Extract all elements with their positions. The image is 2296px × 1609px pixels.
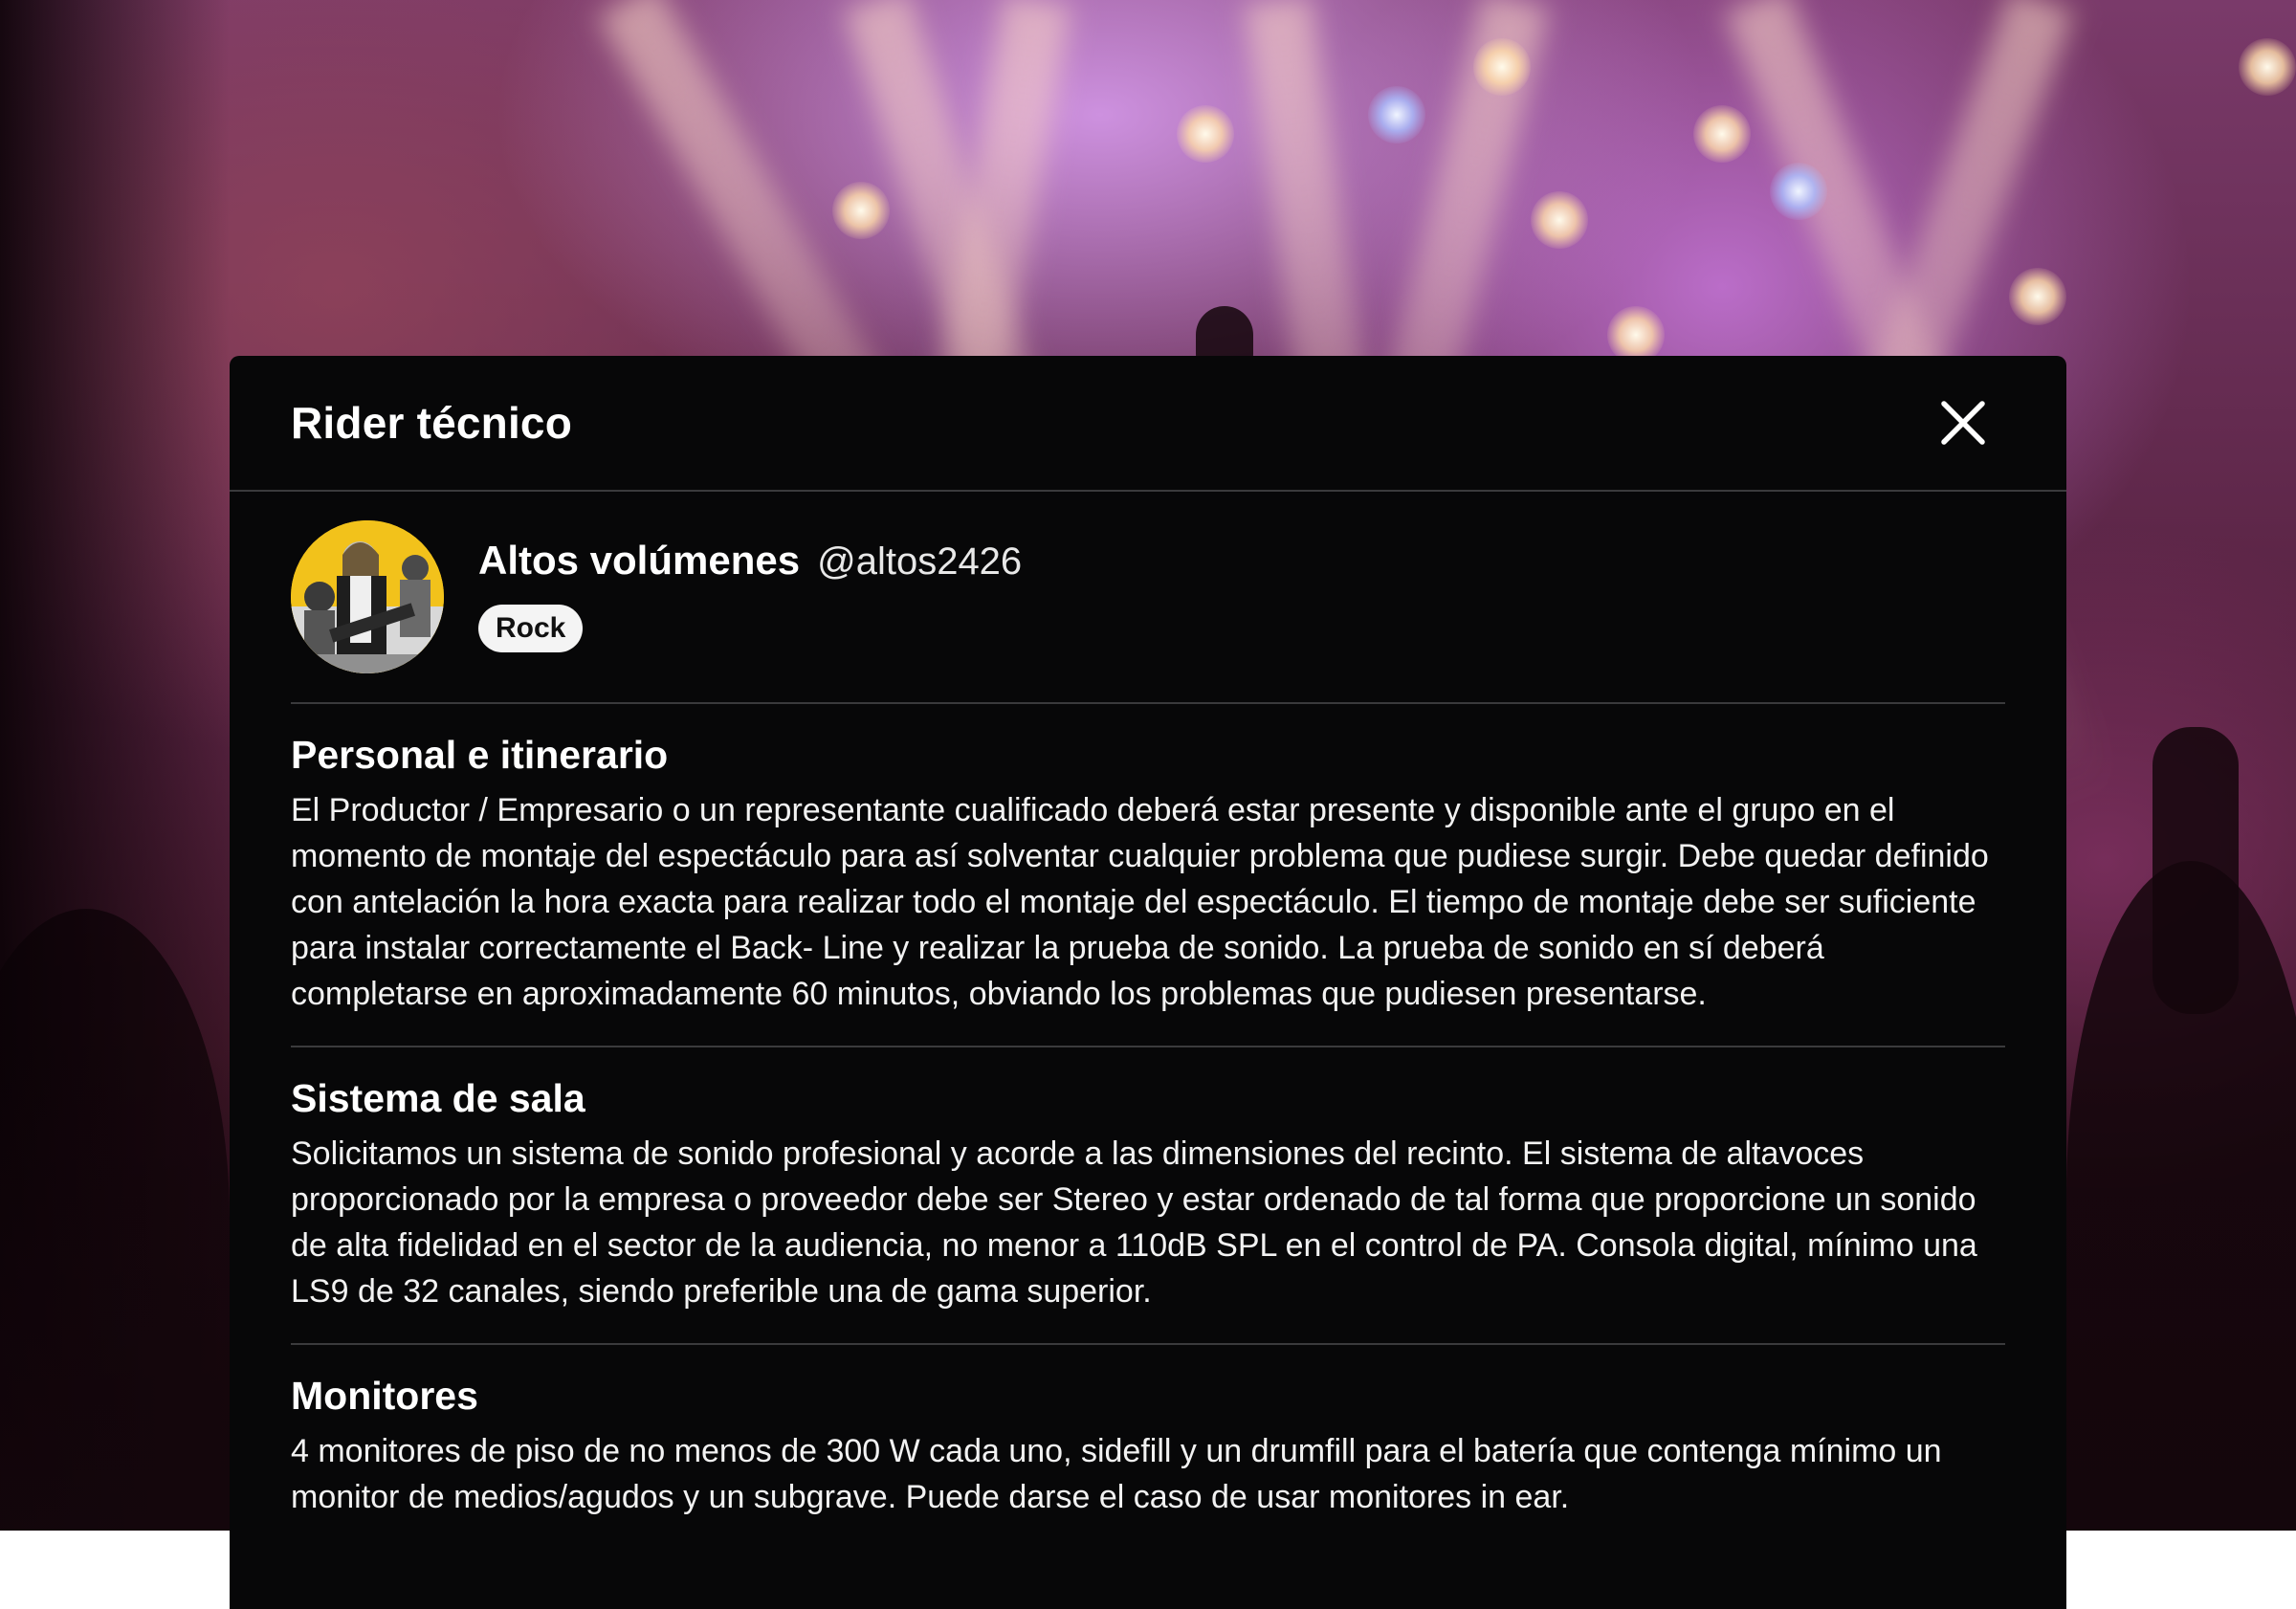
close-icon — [1934, 394, 1992, 452]
section-monitores: Monitores 4 monitores de piso de no meno… — [291, 1345, 2005, 1549]
section-sistema-de-sala: Sistema de sala Solicitamos un sistema d… — [291, 1047, 2005, 1345]
page: Rider técnico Altos volúmenes @altos2426… — [0, 0, 2296, 1609]
technical-rider-modal: Rider técnico Altos volúmenes @altos2426… — [230, 356, 2066, 1609]
close-button[interactable] — [1934, 394, 1992, 452]
modal-header: Rider técnico — [230, 356, 2066, 492]
modal-body: Altos volúmenes @altos2426 Rock Personal… — [230, 492, 2066, 1549]
name-row: Altos volúmenes @altos2426 — [478, 538, 1022, 584]
profile-info: Altos volúmenes @altos2426 Rock — [478, 520, 1022, 652]
band-avatar[interactable] — [291, 520, 444, 673]
section-text: Solicitamos un sistema de sonido profesi… — [291, 1135, 1977, 1310]
section-text: 4 monitores de piso de no menos de 300 W… — [291, 1433, 1942, 1515]
section-title: Personal e itinerario — [291, 733, 669, 777]
genre-badge: Rock — [478, 605, 584, 652]
modal-title: Rider técnico — [291, 398, 573, 448]
section-title: Monitores — [291, 1374, 478, 1418]
band-handle: @altos2426 — [817, 540, 1023, 583]
section-personal-itinerario: Personal e itinerario El Productor / Emp… — [291, 704, 2005, 1047]
section-text: El Productor / Empresario o un represent… — [291, 792, 1989, 1012]
section-title: Sistema de sala — [291, 1076, 585, 1120]
band-name[interactable]: Altos volúmenes — [478, 538, 800, 584]
band-profile: Altos volúmenes @altos2426 Rock — [291, 492, 2005, 704]
